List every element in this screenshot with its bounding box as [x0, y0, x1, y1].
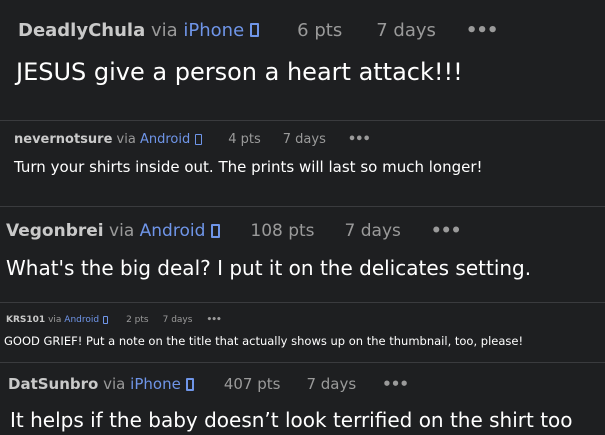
- comment-age: 7 days: [376, 19, 436, 41]
- comment-thread: DeadlyChula via iPhone 6 pts 7 days ••• …: [0, 0, 605, 435]
- comment-meta: nevernotsure via Android 4 pts 7 days ••…: [0, 128, 605, 150]
- comment-points: 2 pts: [126, 315, 149, 325]
- comment: Vegonbrei via Android 108 pts 7 days •••…: [0, 216, 605, 280]
- comment-text: JESUS give a person a heart attack!!!: [16, 58, 463, 86]
- comment: DeadlyChula via iPhone 6 pts 7 days ••• …: [0, 14, 605, 87]
- divider: [0, 362, 605, 363]
- comment-platform-link[interactable]: iPhone: [130, 375, 181, 393]
- comment-via-label: via: [103, 375, 126, 393]
- phone-icon: [185, 377, 194, 391]
- comment: DatSunbro via iPhone 407 pts 7 days ••• …: [0, 370, 605, 432]
- comment-username[interactable]: KRS101: [6, 315, 45, 325]
- comment-username[interactable]: nevernotsure: [14, 132, 112, 147]
- comment-meta: KRS101 via Android 2 pts 7 days •••: [0, 312, 605, 328]
- phone-icon: [103, 316, 109, 324]
- comment-points: 407 pts: [223, 375, 281, 393]
- divider: [0, 302, 605, 303]
- comment-text: Turn your shirts inside out. The prints …: [14, 158, 483, 176]
- divider: [0, 206, 605, 207]
- comment-age: 7 days: [306, 375, 357, 393]
- comment-platform-link[interactable]: Android: [140, 221, 206, 241]
- comment-via-label: via: [48, 315, 62, 325]
- phone-icon: [250, 23, 260, 37]
- divider: [0, 120, 605, 121]
- comment-text: What's the big deal? I put it on the del…: [6, 256, 532, 280]
- comment-text: GOOD GRIEF! Put a note on the title that…: [4, 334, 524, 348]
- comment-points: 6 pts: [297, 19, 343, 41]
- comment-meta: DeadlyChula via iPhone 6 pts 7 days •••: [0, 14, 605, 46]
- comment-platform-link[interactable]: Android: [140, 132, 190, 147]
- comment-age: 7 days: [162, 315, 193, 325]
- comment-age: 7 days: [344, 221, 401, 241]
- comment-points: 108 pts: [250, 221, 315, 241]
- comment-via-label: via: [116, 131, 136, 147]
- comment-via-label: via: [150, 19, 178, 41]
- more-options-icon[interactable]: •••: [348, 132, 371, 147]
- comment-platform-link[interactable]: iPhone: [183, 20, 244, 41]
- comment-username[interactable]: Vegonbrei: [6, 221, 104, 241]
- comment-meta: DatSunbro via iPhone 407 pts 7 days •••: [0, 370, 605, 398]
- comment-platform-link[interactable]: Android: [64, 315, 99, 325]
- more-options-icon[interactable]: •••: [382, 375, 409, 393]
- comment: nevernotsure via Android 4 pts 7 days ••…: [0, 128, 605, 177]
- more-options-icon[interactable]: •••: [466, 20, 499, 41]
- comment: KRS101 via Android 2 pts 7 days ••• GOOD…: [0, 312, 605, 348]
- comment-username[interactable]: DatSunbro: [8, 375, 98, 393]
- comment-age: 7 days: [282, 131, 326, 147]
- more-options-icon[interactable]: •••: [431, 221, 462, 241]
- comment-points: 4 pts: [228, 131, 261, 147]
- phone-icon: [195, 133, 203, 145]
- comment-via-label: via: [109, 221, 135, 241]
- comment-username[interactable]: DeadlyChula: [18, 20, 145, 41]
- phone-icon: [211, 224, 221, 238]
- comment-text: It helps if the baby doesn’t look terrif…: [10, 408, 573, 432]
- more-options-icon[interactable]: •••: [206, 315, 221, 325]
- comment-meta: Vegonbrei via Android 108 pts 7 days •••: [0, 216, 605, 246]
